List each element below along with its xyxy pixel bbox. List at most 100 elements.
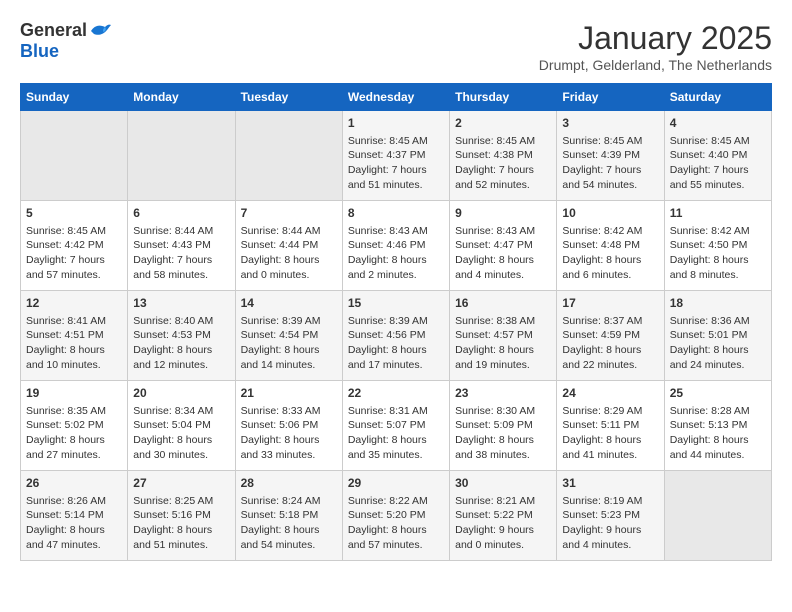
day-info-line: Sunrise: 8:41 AM — [26, 314, 122, 329]
calendar-week-row: 5Sunrise: 8:45 AMSunset: 4:42 PMDaylight… — [21, 201, 772, 291]
day-info-line: Sunset: 5:23 PM — [562, 508, 658, 523]
day-info-line: and 54 minutes. — [562, 178, 658, 193]
calendar-cell: 15Sunrise: 8:39 AMSunset: 4:56 PMDayligh… — [342, 291, 449, 381]
day-header-saturday: Saturday — [664, 84, 771, 111]
day-info-line: Sunrise: 8:45 AM — [348, 134, 444, 149]
day-info-line: Sunset: 5:16 PM — [133, 508, 229, 523]
day-info-line: Sunset: 5:09 PM — [455, 418, 551, 433]
calendar-cell: 19Sunrise: 8:35 AMSunset: 5:02 PMDayligh… — [21, 381, 128, 471]
logo: General Blue — [20, 20, 111, 62]
calendar-cell: 10Sunrise: 8:42 AMSunset: 4:48 PMDayligh… — [557, 201, 664, 291]
day-info-line: Daylight: 8 hours — [241, 343, 337, 358]
day-number: 25 — [670, 385, 766, 402]
day-number: 26 — [26, 475, 122, 492]
day-info-line: Sunset: 5:18 PM — [241, 508, 337, 523]
day-info-line: and 2 minutes. — [348, 268, 444, 283]
title-area: January 2025 Drumpt, Gelderland, The Net… — [539, 20, 772, 73]
day-info-line: and 57 minutes. — [348, 538, 444, 553]
logo-bird-icon — [89, 22, 111, 40]
calendar-cell: 12Sunrise: 8:41 AMSunset: 4:51 PMDayligh… — [21, 291, 128, 381]
day-info-line: Daylight: 8 hours — [26, 523, 122, 538]
day-header-thursday: Thursday — [450, 84, 557, 111]
day-info-line: and 57 minutes. — [26, 268, 122, 283]
day-info-line: and 8 minutes. — [670, 268, 766, 283]
day-info-line: Daylight: 8 hours — [670, 343, 766, 358]
day-info-line: Sunset: 4:47 PM — [455, 238, 551, 253]
day-number: 24 — [562, 385, 658, 402]
day-number: 5 — [26, 205, 122, 222]
day-info-line: Sunrise: 8:34 AM — [133, 404, 229, 419]
day-info-line: and 27 minutes. — [26, 448, 122, 463]
day-info-line: and 22 minutes. — [562, 358, 658, 373]
day-info-line: Sunrise: 8:31 AM — [348, 404, 444, 419]
day-info-line: Daylight: 8 hours — [562, 343, 658, 358]
calendar-cell: 4Sunrise: 8:45 AMSunset: 4:40 PMDaylight… — [664, 111, 771, 201]
day-info-line: Sunrise: 8:29 AM — [562, 404, 658, 419]
day-number: 30 — [455, 475, 551, 492]
day-info-line: Daylight: 8 hours — [562, 433, 658, 448]
day-info-line: Sunrise: 8:42 AM — [562, 224, 658, 239]
day-info-line: and 19 minutes. — [455, 358, 551, 373]
day-info-line: Sunrise: 8:44 AM — [133, 224, 229, 239]
calendar-cell: 23Sunrise: 8:30 AMSunset: 5:09 PMDayligh… — [450, 381, 557, 471]
calendar-cell: 5Sunrise: 8:45 AMSunset: 4:42 PMDaylight… — [21, 201, 128, 291]
calendar-cell: 3Sunrise: 8:45 AMSunset: 4:39 PMDaylight… — [557, 111, 664, 201]
day-info-line: Sunset: 4:54 PM — [241, 328, 337, 343]
day-info-line: Sunrise: 8:30 AM — [455, 404, 551, 419]
day-info-line: Daylight: 7 hours — [562, 163, 658, 178]
day-info-line: and 47 minutes. — [26, 538, 122, 553]
calendar-cell: 20Sunrise: 8:34 AMSunset: 5:04 PMDayligh… — [128, 381, 235, 471]
day-info-line: Sunset: 4:53 PM — [133, 328, 229, 343]
calendar-cell — [21, 111, 128, 201]
day-info-line: Daylight: 8 hours — [348, 433, 444, 448]
day-info-line: Daylight: 8 hours — [670, 433, 766, 448]
calendar-cell — [128, 111, 235, 201]
calendar-cell: 14 Sunrise: 8:39 AMSunset: 4:54 PMDayligh… — [235, 291, 342, 381]
day-number: 22 — [348, 385, 444, 402]
day-info-line: Daylight: 8 hours — [348, 523, 444, 538]
day-number: 11 — [670, 205, 766, 222]
calendar-cell: 31Sunrise: 8:19 AMSunset: 5:23 PMDayligh… — [557, 471, 664, 561]
day-info-line: Daylight: 8 hours — [241, 523, 337, 538]
day-number: 15 — [348, 295, 444, 312]
calendar-cell — [235, 111, 342, 201]
day-info-line: and 51 minutes. — [133, 538, 229, 553]
day-info-line: Sunset: 5:11 PM — [562, 418, 658, 433]
day-number: 17 — [562, 295, 658, 312]
day-info-line: Daylight: 7 hours — [26, 253, 122, 268]
calendar-cell: 13 Sunrise: 8:40 AMSunset: 4:53 PMDayligh… — [128, 291, 235, 381]
logo-blue-text: Blue — [20, 41, 59, 62]
day-number: 23 — [455, 385, 551, 402]
day-header-friday: Friday — [557, 84, 664, 111]
day-number: 3 — [562, 115, 658, 132]
day-info-line: Sunrise: 8:19 AM — [562, 494, 658, 509]
day-info-line: Sunset: 4:57 PM — [455, 328, 551, 343]
day-info-line: Sunrise: 8:39 AM — [241, 314, 337, 329]
day-number: 21 — [241, 385, 337, 402]
day-info-line: Daylight: 8 hours — [241, 253, 337, 268]
day-info-line: Sunrise: 8:40 AM — [133, 314, 229, 329]
day-info-line: Sunrise: 8:38 AM — [455, 314, 551, 329]
calendar-cell: 1Sunrise: 8:45 AMSunset: 4:37 PMDaylight… — [342, 111, 449, 201]
day-info-line: Daylight: 8 hours — [348, 253, 444, 268]
calendar-week-row: 12Sunrise: 8:41 AMSunset: 4:51 PMDayligh… — [21, 291, 772, 381]
day-info-line: Daylight: 7 hours — [455, 163, 551, 178]
day-info-line: Sunrise: 8:26 AM — [26, 494, 122, 509]
day-info-line: Sunset: 4:56 PM — [348, 328, 444, 343]
calendar-cell: 6Sunrise: 8:44 AMSunset: 4:43 PMDaylight… — [128, 201, 235, 291]
day-info-line: Sunset: 5:22 PM — [455, 508, 551, 523]
calendar-header-row: SundayMondayTuesdayWednesdayThursdayFrid… — [21, 84, 772, 111]
day-number: 28 — [241, 475, 337, 492]
day-info-line: Sunset: 4:44 PM — [241, 238, 337, 253]
day-info-line: Sunrise: 8:43 AM — [455, 224, 551, 239]
calendar-cell: 26Sunrise: 8:26 AMSunset: 5:14 PMDayligh… — [21, 471, 128, 561]
day-info-line: and 6 minutes. — [562, 268, 658, 283]
day-number: 14 — [241, 295, 337, 312]
day-info-line: Daylight: 8 hours — [133, 343, 229, 358]
day-header-monday: Monday — [128, 84, 235, 111]
day-number: 13 — [133, 295, 229, 312]
day-info-line: Sunset: 4:51 PM — [26, 328, 122, 343]
calendar-cell: 21Sunrise: 8:33 AMSunset: 5:06 PMDayligh… — [235, 381, 342, 471]
day-number: 4 — [670, 115, 766, 132]
day-number: 18 — [670, 295, 766, 312]
